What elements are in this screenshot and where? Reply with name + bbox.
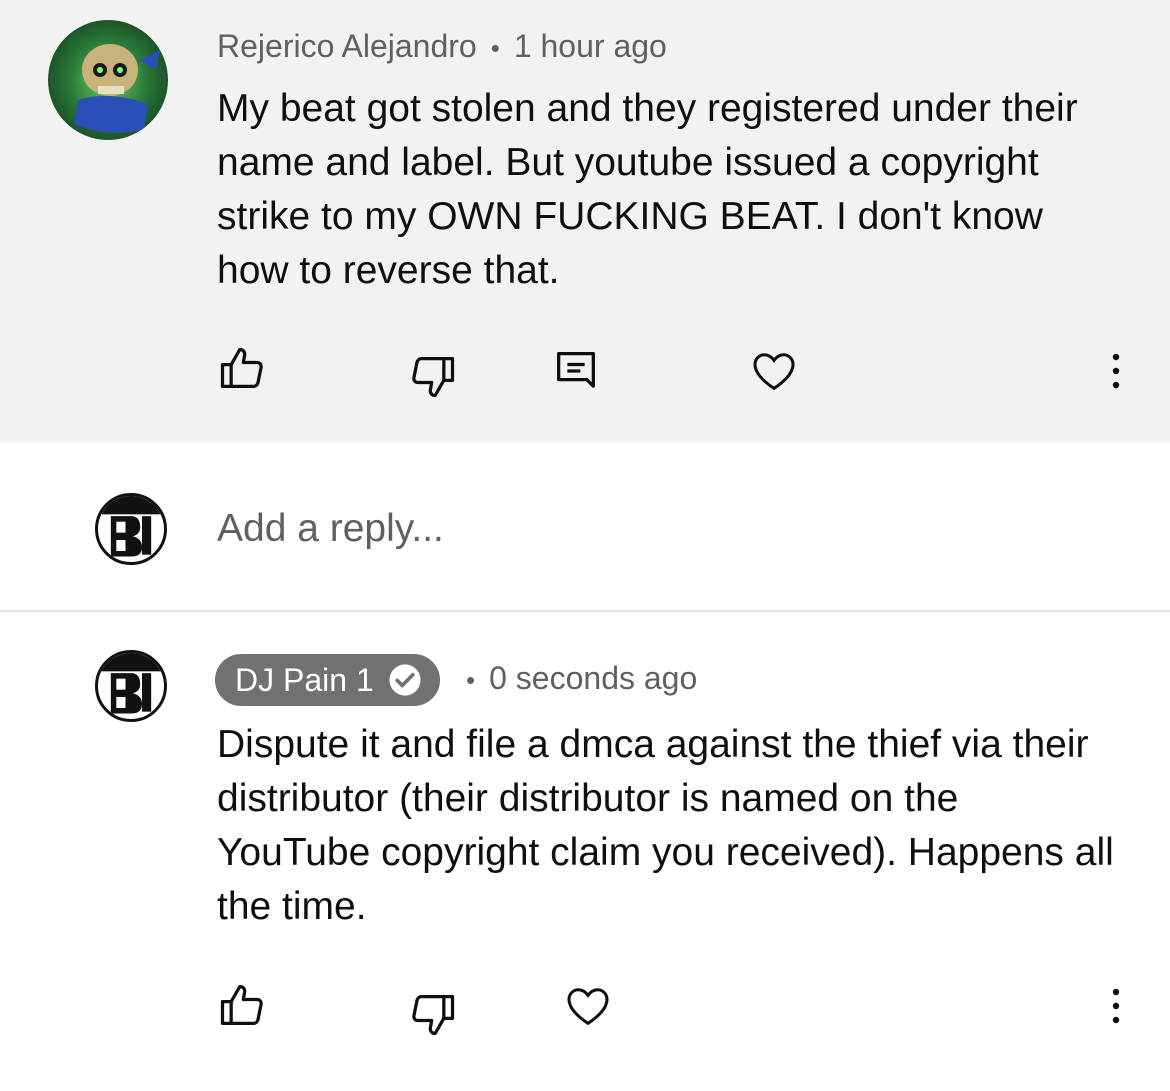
thumbs-up-icon: [220, 347, 263, 388]
thumbs-down-icon: [412, 995, 455, 1036]
reply-dislike-button[interactable]: [407, 988, 459, 1040]
reply-input[interactable]: Add a reply...: [217, 507, 444, 551]
reply-text: Dispute it and file a dmca against the t…: [217, 723, 1114, 928]
comment-time[interactable]: 1 hour ago: [514, 28, 667, 64]
reply-like-button[interactable]: [216, 980, 268, 1032]
meta-separator: •: [466, 665, 476, 696]
dislike-button[interactable]: [407, 350, 459, 402]
reply-time[interactable]: 0 seconds ago: [489, 660, 697, 696]
comment-author[interactable]: Rejerico Alejandro: [217, 28, 477, 64]
reply-comment-icon: [557, 352, 595, 388]
comment-text: My beat got stolen and they registered u…: [217, 87, 1078, 292]
verified-check-icon: [388, 663, 422, 697]
reply-author: DJ Pain 1: [235, 661, 374, 698]
meta-separator: •: [490, 33, 500, 64]
heart-button[interactable]: [748, 345, 800, 397]
reply-author-avatar[interactable]: [95, 650, 167, 722]
dj-logo-icon: [98, 653, 164, 714]
skull-avatar-icon: [74, 44, 160, 133]
heart-icon: [567, 988, 609, 1026]
dj-logo-icon: [98, 496, 164, 557]
more-vert-icon: [1112, 988, 1120, 1024]
reply-meta: • 0 seconds ago: [462, 660, 697, 697]
thumbs-up-icon: [220, 984, 263, 1025]
like-button[interactable]: [216, 343, 268, 395]
reply-heart-button[interactable]: [562, 980, 614, 1032]
commenter-avatar[interactable]: [48, 20, 168, 140]
more-options-button[interactable]: [1101, 345, 1131, 397]
divider: [0, 610, 1170, 612]
current-user-avatar[interactable]: [95, 493, 167, 565]
highlighted-comment: Rejerico Alejandro • 1 hour ago My beat go…: [0, 0, 1170, 442]
more-vert-icon: [1112, 353, 1120, 389]
heart-icon: [753, 353, 795, 391]
thumbs-down-icon: [412, 357, 455, 398]
reply-author-badge[interactable]: DJ Pain 1: [215, 654, 440, 706]
add-reply-row: [0, 442, 1170, 610]
reply-more-options-button[interactable]: [1101, 980, 1131, 1032]
reply-button[interactable]: [550, 345, 602, 397]
comment-meta: Rejerico Alejandro • 1 hour ago: [217, 28, 667, 65]
